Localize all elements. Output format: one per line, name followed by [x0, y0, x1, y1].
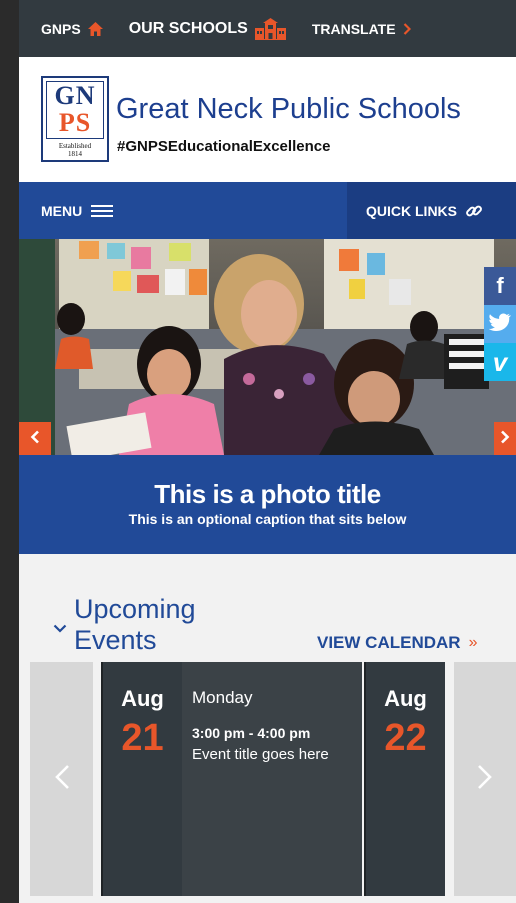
event-month: Aug — [384, 686, 427, 711]
hero-photo — [19, 239, 516, 455]
menu-button[interactable]: MENU — [41, 182, 114, 239]
facebook-icon: f — [496, 273, 504, 298]
events-next-button[interactable] — [454, 662, 516, 896]
events-heading-line1: Upcoming — [74, 594, 196, 624]
view-calendar-label: VIEW CALENDAR — [317, 633, 461, 652]
chevron-left-icon — [54, 764, 70, 795]
slideshow-prev-button[interactable] — [19, 422, 51, 455]
events-heading: Upcoming Events — [74, 594, 196, 656]
site-header: GN PS Established 1814 Great Neck Public… — [19, 57, 516, 182]
twitter-button[interactable] — [484, 305, 516, 343]
gnps-label: GNPS — [41, 20, 81, 37]
left-edge-bar — [0, 0, 19, 903]
event-day: 21 — [121, 717, 164, 759]
school-building-icon — [254, 17, 286, 40]
events-heading-line2: Events — [74, 625, 157, 655]
upcoming-events-section: Upcoming Events VIEW CALENDAR » Aug 21 M… — [19, 554, 516, 903]
hero-slideshow: f v — [19, 239, 516, 455]
photo-title: This is a photo title — [154, 479, 381, 509]
twitter-icon — [488, 311, 511, 337]
event-card-next[interactable]: Aug 22 — [364, 662, 445, 896]
photo-caption: This is an optional caption that sits be… — [128, 511, 407, 527]
translate-button[interactable]: TRANSLATE — [312, 21, 411, 37]
view-calendar-link[interactable]: VIEW CALENDAR » — [317, 633, 477, 653]
utility-bar: GNPS OUR SCHOOLS TRANSLATE — [19, 0, 516, 57]
event-card[interactable]: Aug 21 Monday 3:00 pm - 4:00 pm Event ti… — [101, 662, 362, 896]
hamburger-icon — [91, 204, 114, 218]
logo-established-label: Established — [58, 142, 92, 150]
menu-label: MENU — [41, 202, 83, 219]
logo-letters: GN PS — [46, 81, 104, 139]
translate-label: TRANSLATE — [311, 20, 396, 37]
district-logo[interactable]: GN PS Established 1814 — [41, 76, 109, 162]
our-schools-link[interactable]: OUR SCHOOLS — [128, 17, 286, 40]
event-month: Aug — [121, 686, 164, 711]
our-schools-label: OUR SCHOOLS — [128, 19, 248, 37]
link-icon — [465, 202, 483, 220]
event-date: Aug 21 — [103, 662, 182, 896]
chevron-left-icon — [30, 430, 40, 449]
gnps-home-link[interactable]: GNPS — [41, 21, 103, 37]
event-weekday: Monday — [192, 688, 253, 707]
events-prev-button[interactable] — [30, 662, 93, 896]
event-time: 3:00 pm - 4:00 pm — [192, 725, 311, 741]
site-title[interactable]: Great Neck Public Schools — [116, 93, 461, 126]
quick-links-button[interactable]: QUICK LINKS — [347, 182, 516, 239]
site-hashtag: #GNPSEducationalExcellence — [117, 138, 331, 155]
page: GNPS OUR SCHOOLS TRANSLATE GN PS Establi… — [19, 0, 516, 903]
logo-letters-top: GN — [54, 81, 96, 110]
quick-links-label: QUICK LINKS — [366, 202, 457, 219]
vimeo-button[interactable]: v — [484, 343, 516, 381]
logo-established-year: 1814 — [68, 150, 82, 158]
event-title: Event title goes here — [192, 746, 329, 763]
double-chevron-right-icon: » — [468, 634, 478, 651]
home-icon — [87, 21, 103, 36]
vimeo-icon: v — [492, 346, 508, 377]
logo-established: Established 1814 — [46, 142, 104, 158]
chevron-right-icon — [500, 430, 510, 449]
chevron-right-icon — [477, 764, 493, 795]
photo-caption-panel: This is a photo title This is an optiona… — [19, 455, 516, 554]
main-nav: MENU QUICK LINKS — [19, 182, 516, 239]
chevron-down-icon[interactable] — [53, 620, 67, 638]
facebook-button[interactable]: f — [484, 267, 516, 305]
event-day: 22 — [384, 717, 427, 759]
logo-letters-bottom: PS — [58, 108, 92, 137]
chevron-right-icon — [403, 22, 411, 35]
slideshow-next-button[interactable] — [494, 422, 516, 455]
